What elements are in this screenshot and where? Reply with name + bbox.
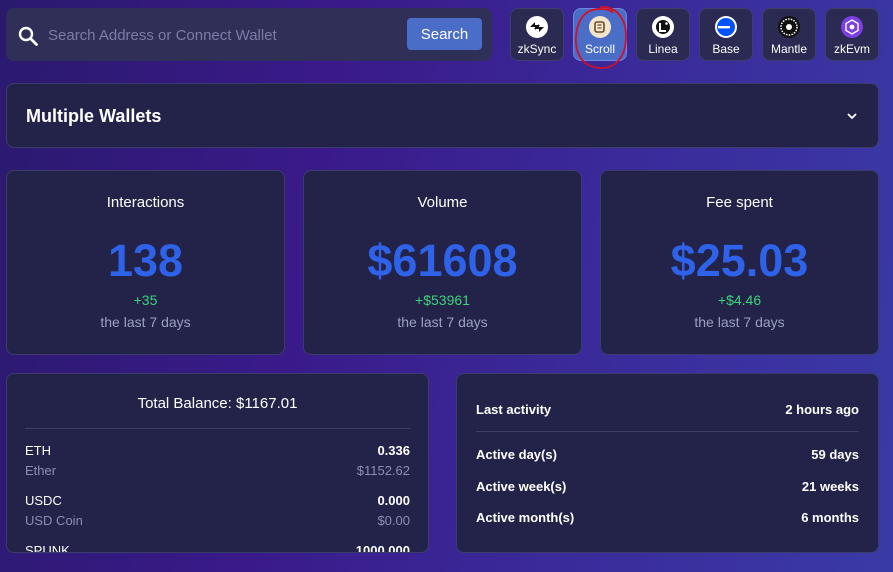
chain-mantle-button[interactable]: Mantle xyxy=(762,8,816,61)
token-name: USD Coin xyxy=(25,513,83,528)
stat-period: the last 7 days xyxy=(694,314,785,330)
activity-value: 6 months xyxy=(801,510,859,525)
annotation-circle-icon xyxy=(575,6,627,69)
stat-card-interactions: Interactions 138 +35 the last 7 days xyxy=(6,170,285,355)
chain-label: zkEvm xyxy=(834,42,870,56)
divider xyxy=(25,428,410,429)
activity-value: 59 days xyxy=(811,447,859,462)
stat-title: Fee spent xyxy=(706,194,773,211)
activity-label: Active month(s) xyxy=(476,510,575,525)
token-usd-value: $0.00 xyxy=(377,513,410,528)
activity-panel: Last activity 2 hours ago Active day(s) … xyxy=(456,373,879,553)
base-icon xyxy=(715,16,737,38)
stat-card-fee-spent: Fee spent $25.03 +$4.46 the last 7 days xyxy=(600,170,879,355)
stat-value: $61608 xyxy=(367,235,518,286)
multiple-wallets-toggle[interactable]: Multiple Wallets xyxy=(6,83,879,148)
zkevm-icon xyxy=(841,16,863,38)
token-usd-value: $1152.62 xyxy=(356,463,410,478)
stat-delta: +$4.46 xyxy=(717,292,762,308)
mantle-icon xyxy=(778,16,800,38)
stat-value: 138 xyxy=(107,235,184,286)
stat-delta: +$53961 xyxy=(415,292,470,308)
stat-delta: +35 xyxy=(133,292,158,308)
divider xyxy=(476,431,859,432)
chain-label: Base xyxy=(712,42,740,56)
linea-icon xyxy=(652,16,674,38)
token-name: Ether xyxy=(25,463,57,478)
total-balance: Total Balance: $1167.01 xyxy=(137,395,298,412)
stat-card-volume: Volume $61608 +$53961 the last 7 days xyxy=(303,170,582,355)
balance-panel: Total Balance: $1167.01 ETH Ether 0.336 … xyxy=(6,373,429,553)
token-amount: 0.336 xyxy=(377,443,410,458)
chain-base-button[interactable]: Base xyxy=(699,8,753,61)
token-symbol: ETH xyxy=(25,443,51,458)
search-input[interactable] xyxy=(48,22,388,48)
activity-value: 2 hours ago xyxy=(785,402,859,417)
token-amount: 0.000 xyxy=(377,493,410,508)
stat-period: the last 7 days xyxy=(100,314,191,330)
token-amount: 1000.000 xyxy=(355,543,410,553)
token-symbol: SPUNK xyxy=(25,543,70,553)
stat-period: the last 7 days xyxy=(397,314,488,330)
chain-label: Mantle xyxy=(770,42,808,56)
stat-value: $25.03 xyxy=(670,235,809,286)
activity-value: 21 weeks xyxy=(801,479,859,494)
activity-label: Active day(s) xyxy=(476,447,557,462)
chain-label: zkSync xyxy=(517,42,557,56)
stat-title: Volume xyxy=(417,194,468,211)
chevron-down-icon xyxy=(847,113,857,120)
search-button[interactable]: Search xyxy=(407,18,482,50)
activity-label: Last activity xyxy=(476,402,552,417)
stat-title: Interactions xyxy=(106,194,185,211)
zksync-icon xyxy=(526,16,548,38)
search-icon xyxy=(18,26,38,46)
wallets-title: Multiple Wallets xyxy=(26,106,162,126)
activity-label: Active week(s) xyxy=(476,479,567,494)
chain-zkevm-button[interactable]: zkEvm xyxy=(825,8,879,61)
token-symbol: USDC xyxy=(25,493,62,508)
chain-label: Linea xyxy=(648,42,678,56)
chain-linea-button[interactable]: Linea xyxy=(636,8,690,61)
chain-zksync-button[interactable]: zkSync xyxy=(510,8,564,61)
